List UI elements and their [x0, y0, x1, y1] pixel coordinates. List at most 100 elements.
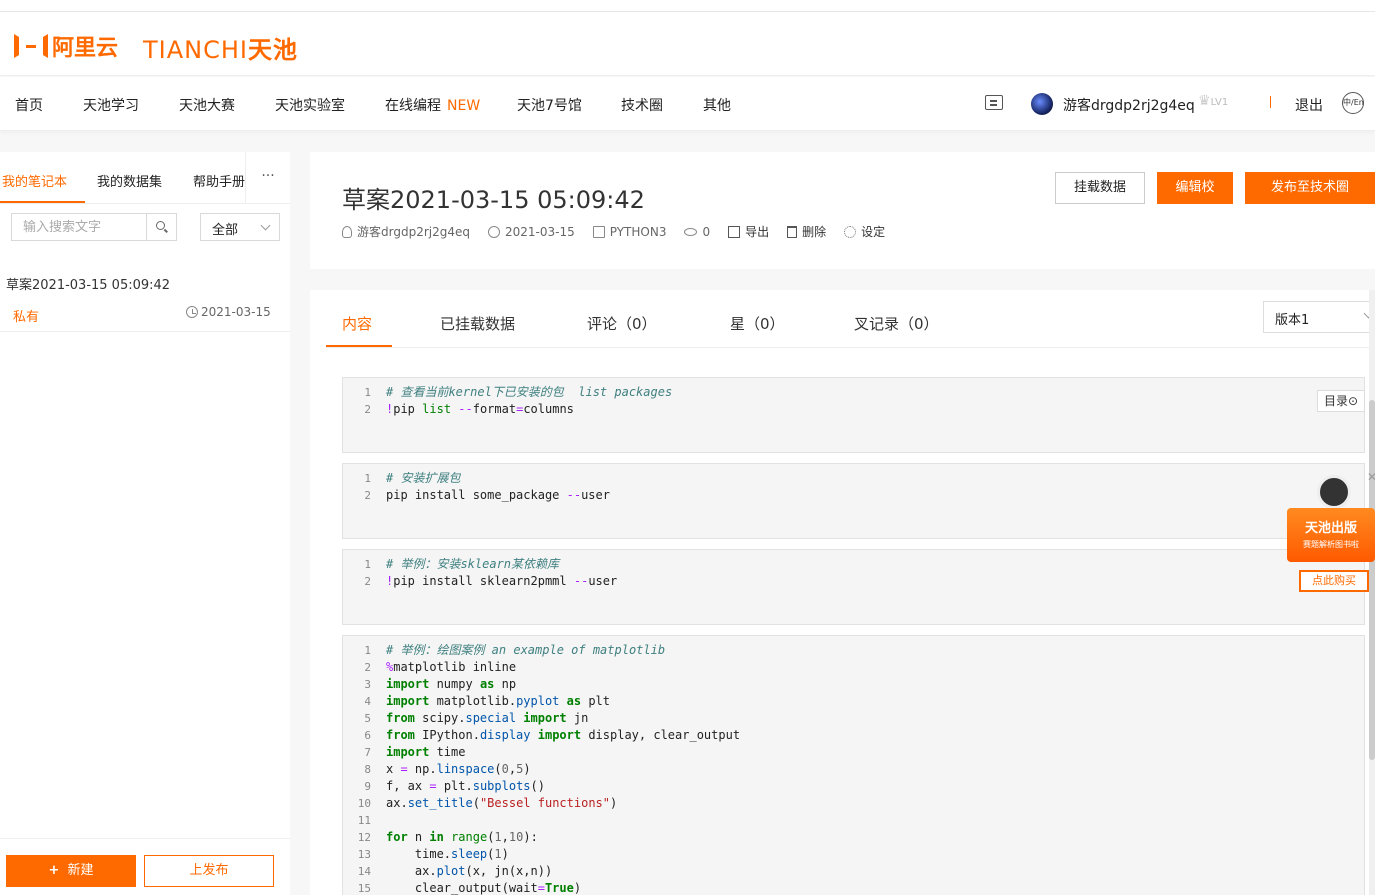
delete-button[interactable]: 删除	[787, 223, 826, 240]
code-line: time.sleep(1)	[386, 847, 509, 861]
robot-mascot-icon	[1317, 475, 1351, 509]
new-notebook-button[interactable]: + 新建	[6, 855, 136, 887]
nav-online-coding-label: 在线编程	[385, 98, 441, 114]
code-cell[interactable]: 1 # 查看当前kernel下已安装的包 list packages 2 !pip …	[342, 377, 1365, 453]
export-button[interactable]: 导出	[728, 223, 769, 240]
crown-icon: ♛	[1198, 93, 1211, 109]
code-cell[interactable]: 1 # 安装扩展包 2 pip install some_package --use…	[342, 463, 1365, 539]
meta-author-text: 游客drgdp2rj2g4eq	[357, 225, 470, 239]
toc-button[interactable]: 目录⊙	[1317, 390, 1365, 412]
sidebar-tabs: 我的笔记本 我的数据集 帮助手册 ···	[0, 152, 290, 204]
meta-author: 游客drgdp2rj2g4eq	[342, 223, 470, 240]
new-notebook-label: 新建	[67, 863, 94, 878]
tab-comments[interactable]: 评论（0）	[587, 313, 657, 334]
plus-icon: +	[48, 863, 60, 878]
active-tab-underline	[326, 345, 392, 347]
mount-data-button[interactable]: 挂载数据	[1055, 172, 1145, 204]
toc-label: 目录	[1323, 394, 1348, 408]
code-line: # 举例：安装sklearn某依赖库	[386, 557, 560, 571]
search-input[interactable]	[12, 214, 147, 240]
code-line: clear_output(wait=True)	[386, 881, 582, 895]
export-icon	[728, 225, 741, 238]
filter-select[interactable]: 全部	[200, 213, 280, 241]
nav-online-coding[interactable]: 在线编程 NEW	[385, 95, 480, 115]
meta-views: 0	[684, 225, 710, 239]
notebook-meta: 游客drgdp2rj2g4eq 2021-03-15 PYTHON3 0 导出 …	[342, 223, 903, 240]
tab-stars[interactable]: 星（0）	[730, 313, 785, 334]
code-cell[interactable]: 1 # 举例：绘图案例 an example of matplotlib 2 %ma…	[342, 635, 1365, 895]
code-cell[interactable]: 1 # 举例：安装sklearn某依赖库 2 !pip install sklear…	[342, 549, 1365, 625]
note-item-title: 草案2021-03-15 05:09:42	[6, 278, 171, 293]
meta-date: 2021-03-15	[487, 224, 575, 239]
logo-bar: 阿里云 TIANCHI天池	[0, 12, 1375, 76]
visibility-badge: 私有	[13, 310, 40, 325]
tab-mounted-data[interactable]: 已挂载数据	[440, 313, 515, 334]
buy-now-button[interactable]: 点此购买	[1299, 570, 1369, 592]
browser-top-strip	[0, 0, 1375, 12]
version-select-value: 版本1	[1275, 313, 1310, 328]
code-line: # 查看当前kernel下已安装的包 list packages	[386, 385, 673, 399]
promo-subtitle: 赛题解析图书啦	[1303, 540, 1359, 549]
tab-my-notebooks[interactable]: 我的笔记本	[2, 171, 67, 190]
avatar[interactable]	[1031, 93, 1053, 115]
close-icon[interactable]: ✕	[1367, 470, 1375, 484]
edit-button[interactable]: 编辑校	[1157, 172, 1233, 204]
aliyun-logo-text: 阿里云	[52, 36, 119, 61]
level-text: LV1	[1210, 97, 1229, 108]
nav-hall-7[interactable]: 天池7号馆	[517, 95, 582, 115]
content-tabs: 内容 已挂载数据 评论（0） 星（0） 叉记录（0） 版本1	[326, 290, 1375, 348]
code-line: # 安装扩展包	[386, 471, 461, 485]
meta-date-text: 2021-03-15	[504, 224, 575, 239]
code-line: from scipy.special import jn	[386, 711, 589, 725]
nav-tech-circle[interactable]: 技术圈	[621, 95, 663, 115]
nav-other[interactable]: 其他	[703, 95, 731, 115]
search-button[interactable]	[146, 214, 176, 240]
notebook-search	[11, 213, 177, 241]
post-to-tech-circle-button[interactable]: 发布至技术圈	[1245, 172, 1375, 204]
code-line: import matplotlib.pyplot as plt	[386, 694, 611, 708]
delete-label: 删除	[802, 225, 827, 239]
settings-label: 设定	[861, 225, 886, 239]
chevron-circle-icon: ⊙	[1347, 394, 1359, 408]
gear-icon	[844, 225, 857, 238]
code-line: ax.plot(x, jn(x,n))	[386, 864, 553, 878]
tab-my-datasets[interactable]: 我的数据集	[97, 171, 162, 190]
level-badge: ♛LV1	[1198, 93, 1228, 109]
notebook-header: 草案2021-03-15 05:09:42 游客drgdp2rj2g4eq 20…	[310, 152, 1375, 269]
tab-fork-records[interactable]: 叉记录（0）	[854, 313, 939, 334]
tab-content[interactable]: 内容	[342, 313, 372, 334]
more-tabs-button[interactable]: ···	[245, 152, 290, 204]
username[interactable]: 游客drgdp2rj2g4eq	[1063, 95, 1195, 115]
tianchi-logo[interactable]: TIANCHI天池	[143, 30, 298, 65]
tianchi-logo-cn: 天池	[248, 36, 298, 64]
main-nav: 首页 天池学习 天池大赛 天池实验室 在线编程 NEW 天池7号馆 技术圈 其他 …	[0, 77, 1375, 131]
book-promo[interactable]: ✕ 天池出版 赛题解析图书啦 点此购买	[1285, 470, 1375, 600]
active-tab-underline	[0, 201, 85, 203]
version-select[interactable]: 版本1	[1263, 301, 1375, 333]
code-line: from IPython.display import display, cle…	[386, 728, 741, 742]
code-line: %matplotlib inline	[386, 660, 517, 674]
page-title: 草案2021-03-15 05:09:42	[342, 186, 645, 214]
nav-competition[interactable]: 天池大赛	[179, 95, 235, 115]
logout-link[interactable]: 退出	[1295, 95, 1323, 115]
nav-learning[interactable]: 天池学习	[83, 95, 139, 115]
nav-home[interactable]: 首页	[15, 95, 43, 115]
note-item-date-text: 2021-03-15	[201, 305, 271, 319]
code-line: pip install some_package --user	[386, 488, 610, 502]
list-item[interactable]: 草案2021-03-15 05:09:42 私有 2021-03-15	[0, 262, 290, 332]
eye-icon	[684, 227, 698, 236]
nav-lab[interactable]: 天池实验室	[275, 95, 345, 115]
aliyun-logo[interactable]: 阿里云	[14, 30, 118, 62]
code-line: import time	[386, 745, 466, 759]
publish-button[interactable]: 上发布	[144, 855, 274, 887]
search-icon	[156, 221, 165, 230]
code-line: !pip install sklearn2pmml --user	[386, 574, 618, 588]
language-switch-icon[interactable]: 中/En	[1342, 92, 1364, 114]
settings-button[interactable]: 设定	[844, 223, 885, 240]
message-icon[interactable]	[985, 95, 1003, 110]
trash-icon	[787, 225, 798, 238]
code-line: import numpy as np	[386, 677, 517, 691]
user-icon	[342, 225, 352, 238]
chevron-down-icon	[260, 220, 271, 231]
tab-help-manual[interactable]: 帮助手册	[193, 171, 245, 190]
